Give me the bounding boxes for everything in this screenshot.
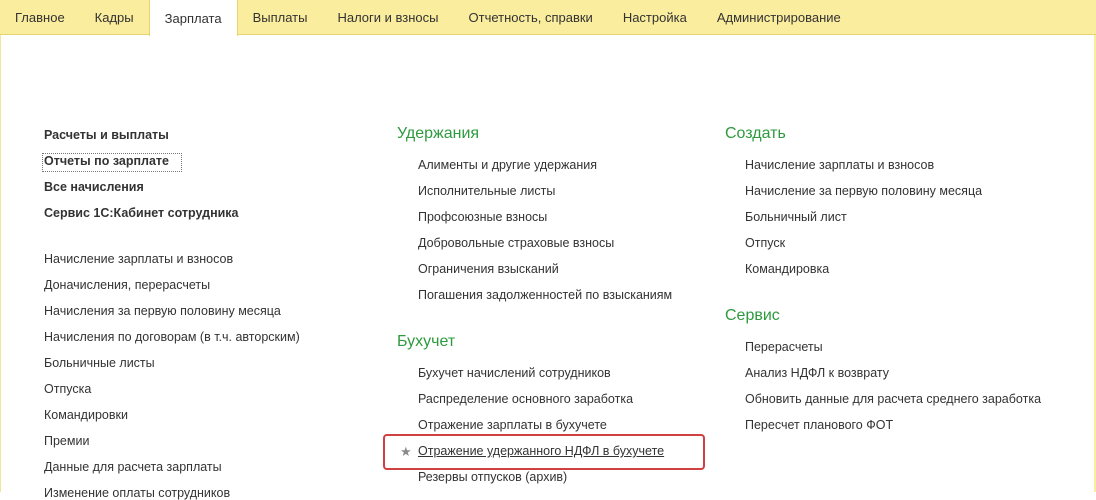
list-item[interactable]: Начисления за первую половину месяца [44,304,281,318]
tab-nastroyka[interactable]: Настройка [608,0,702,34]
list-item[interactable]: Начисление за первую половину месяца [745,184,982,198]
list-item[interactable]: Алименты и другие удержания [418,158,597,172]
list-item[interactable]: Премии [44,434,89,448]
section-title-buhuchet: Бухучет [397,333,456,350]
list-item[interactable]: Ограничения взысканий [418,262,559,276]
list-item[interactable]: Начисление зарплаты и взносов [745,158,934,172]
link-servis-kabinet[interactable]: Сервис 1С:Кабинет сотрудника [44,206,239,220]
top-navigation: Главное Кадры Зарплата Выплаты Налоги и … [0,0,1096,36]
section-title-sozdat: Создать [725,125,786,142]
list-item[interactable]: Обновить данные для расчета среднего зар… [745,392,1041,406]
tab-nalogi[interactable]: Налоги и взносы [322,0,453,34]
link-otrazhenie-ndfl[interactable]: Отражение удержанного НДФЛ в бухучете [418,444,664,458]
list-item[interactable]: Больничный лист [745,210,847,224]
tab-glavnoe[interactable]: Главное [0,0,80,34]
list-item[interactable]: Добровольные страховые взносы [418,236,614,250]
list-item[interactable]: Отпуска [44,382,91,396]
section-title-servis: Сервис [725,307,780,324]
list-item[interactable]: Начисления по договорам (в т.ч. авторски… [44,330,300,344]
tab-zarplata[interactable]: Зарплата [148,0,238,36]
list-item[interactable]: Изменение оплаты сотрудников [44,486,230,500]
tab-vyplaty[interactable]: Выплаты [238,0,323,34]
list-item[interactable]: Отражение зарплаты в бухучете [418,418,607,432]
tab-otchetnost[interactable]: Отчетность, справки [454,0,608,34]
list-item[interactable]: Доначисления, перерасчеты [44,278,210,292]
list-item[interactable]: Пересчет планового ФОТ [745,418,893,432]
list-item[interactable]: Данные для расчета зарплаты [44,460,222,474]
list-item[interactable]: Командировки [44,408,128,422]
favorite-star-icon[interactable]: ★ [400,444,412,460]
list-item[interactable]: Бухучет начислений сотрудников [418,366,611,380]
list-item[interactable]: Командировка [745,262,829,276]
section-title-uderzhaniya: Удержания [397,125,480,142]
list-item[interactable]: Отпуск [745,236,785,250]
tab-administrirovanie[interactable]: Администрирование [702,0,856,34]
list-item[interactable]: Начисление зарплаты и взносов [44,252,233,266]
link-vse-nachisleniya[interactable]: Все начисления [44,180,144,194]
list-item[interactable]: Больничные листы [44,356,155,370]
tab-kadry[interactable]: Кадры [80,0,149,34]
list-item[interactable]: Исполнительные листы [418,184,555,198]
list-item[interactable]: Профсоюзные взносы [418,210,547,224]
list-item[interactable]: Перерасчеты [745,340,823,354]
link-raschety-i-vyplaty[interactable]: Расчеты и выплаты [44,128,169,142]
list-item[interactable]: Распределение основного заработка [418,392,633,406]
list-item[interactable]: Погашения задолженностей по взысканиям [418,288,672,302]
link-otchety-po-zarplate[interactable]: Отчеты по зарплате [44,154,169,168]
list-item[interactable]: Анализ НДФЛ к возврату [745,366,889,380]
list-item[interactable]: Резервы отпусков (архив) [418,470,567,484]
